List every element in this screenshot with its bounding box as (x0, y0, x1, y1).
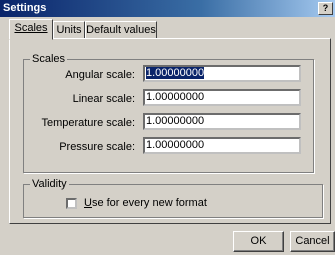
scales-group-title: Scales (30, 53, 68, 65)
use-for-every-new-format-label-rest: se for every new format (91, 197, 207, 209)
use-for-every-new-format-checkbox[interactable] (66, 198, 77, 209)
pressure-scale-input[interactable]: 1.00000000 (143, 137, 301, 154)
temperature-scale-label: Temperature scale: (41, 117, 135, 129)
tab-default-values-label: Default values (86, 24, 156, 36)
validity-group-title: Validity (30, 178, 69, 190)
linear-scale-value: 1.00000000 (146, 91, 205, 103)
angular-scale-input[interactable]: 1.00000000 (143, 65, 301, 82)
tab-units[interactable]: Units (53, 21, 85, 38)
pressure-scale-label: Pressure scale: (59, 141, 135, 153)
cancel-button[interactable]: Cancel (290, 231, 335, 252)
use-for-every-new-format-label[interactable]: Use for every new format (84, 197, 207, 209)
help-button[interactable]: ? (318, 2, 333, 15)
angular-scale-label: Angular scale: (65, 69, 135, 81)
title-bar[interactable]: Settings ? (0, 0, 335, 17)
validity-group: Validity Use for every new format (23, 178, 323, 218)
temperature-scale-input[interactable]: 1.00000000 (143, 113, 301, 130)
ok-button[interactable]: OK (233, 231, 284, 252)
tab-units-label: Units (56, 24, 82, 36)
temperature-scale-value: 1.00000000 (146, 115, 205, 127)
pressure-scale-value: 1.00000000 (146, 139, 205, 151)
tab-scales-label: Scales (14, 22, 48, 34)
tab-scales[interactable]: Scales (9, 19, 53, 40)
tab-default-values[interactable]: Default values (85, 21, 157, 38)
angular-scale-value: 1.00000000 (146, 67, 205, 79)
use-for-every-new-format-mnemonic: U (84, 197, 92, 209)
scales-group: Scales Angular scale: 1.00000000 Linear … (23, 53, 314, 173)
tab-panel-scales: Scales Angular scale: 1.00000000 Linear … (9, 38, 331, 224)
linear-scale-input[interactable]: 1.00000000 (143, 89, 301, 106)
linear-scale-label: Linear scale: (72, 93, 135, 105)
window-title: Settings (3, 2, 47, 14)
